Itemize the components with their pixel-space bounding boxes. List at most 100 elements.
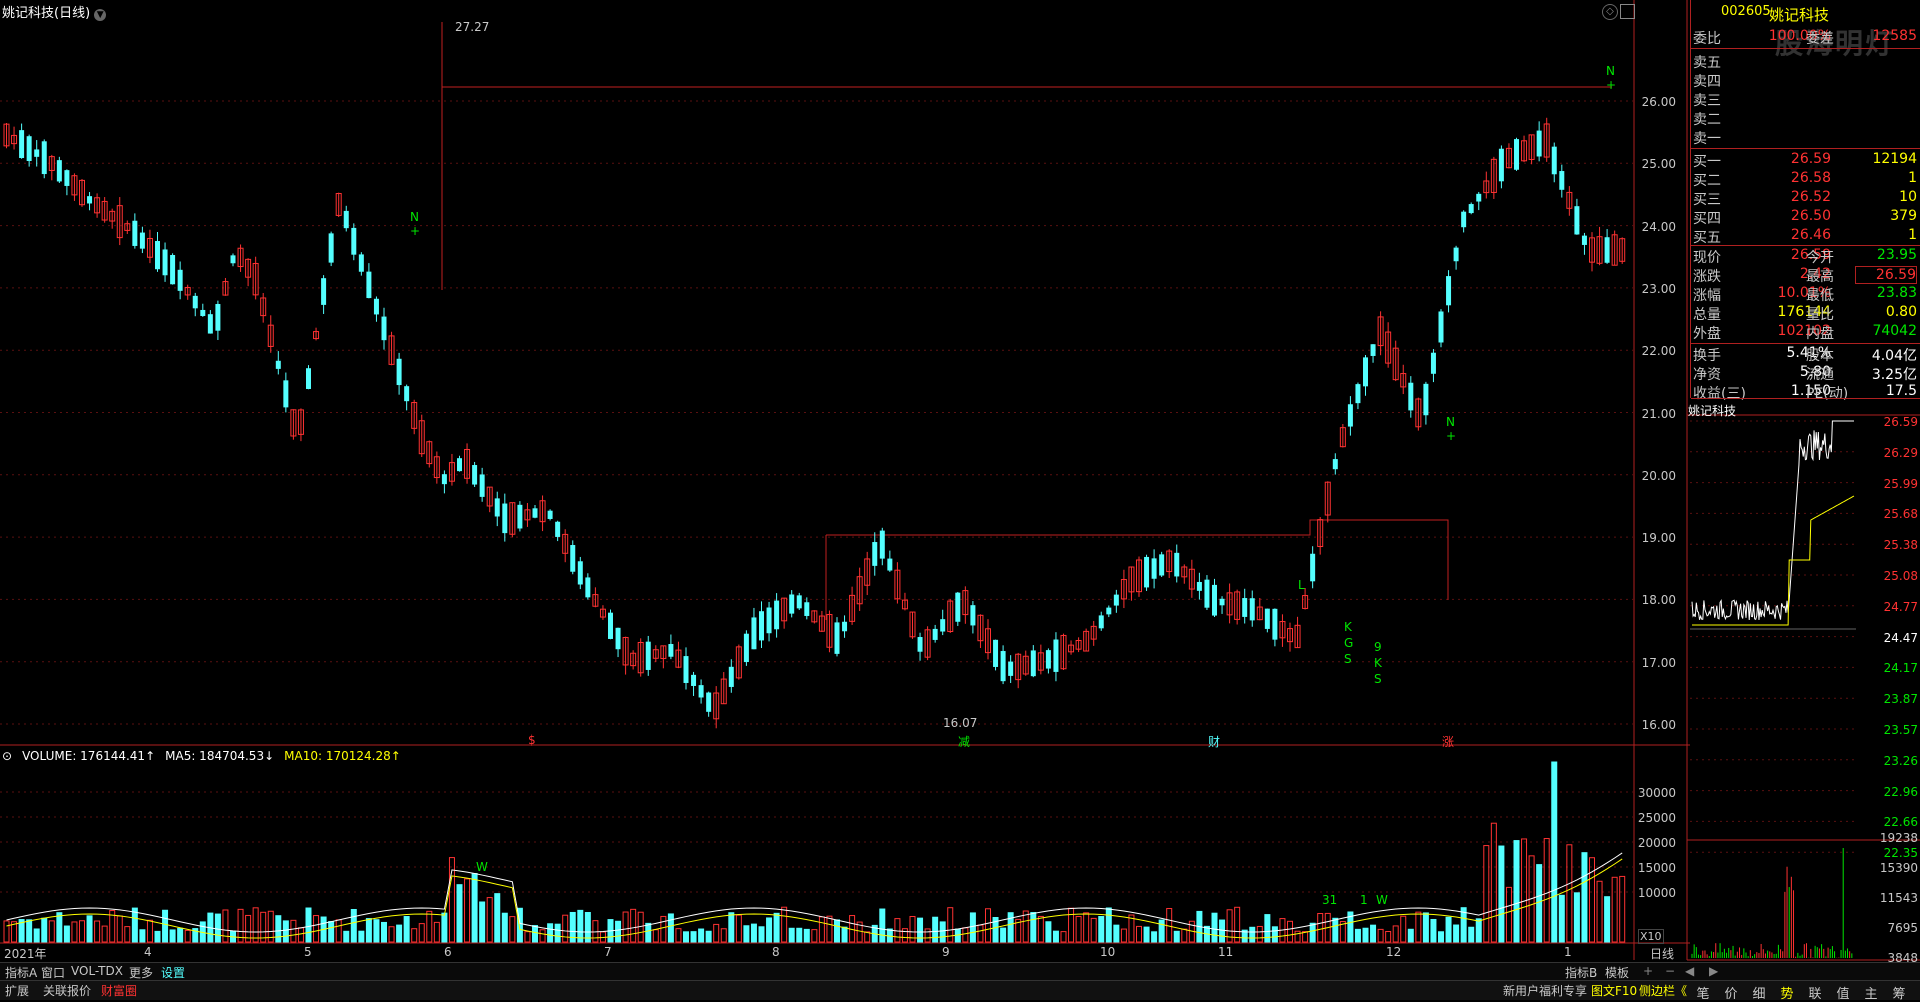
volume-tick-label: 25000 [1637,811,1676,825]
minus-icon[interactable]: − [1662,964,1678,978]
candle-body [207,314,213,334]
tab-more[interactable]: 更多 [126,964,156,981]
volume-bar [350,908,357,943]
volume-bar [1105,907,1112,943]
tab-window[interactable]: 窗口 [38,964,68,981]
volume-bar [1075,916,1082,943]
bottom-toolbar: 指标A 窗口 VOL-TDX 更多 设置 指标B 模板 + − ◀ ▶ [0,962,1920,981]
side-tab[interactable]: 价 [1718,983,1744,1002]
side-tab[interactable]: 势 [1774,983,1800,1002]
volume-bar [720,928,727,943]
candle-body [1098,615,1104,629]
daily-period-label[interactable]: 日线 [1650,945,1674,962]
link-sidebar[interactable]: 侧边栏《 [1636,982,1690,999]
volume-bar [615,920,622,943]
candle-body [1113,594,1119,606]
tab-indicator-b[interactable]: 指标B [1562,964,1600,981]
candle-body [1574,206,1580,235]
volume-bar [1377,928,1384,943]
volume-bar [154,930,161,943]
volume-bar [690,931,697,943]
side-tab[interactable]: 主 [1858,983,1884,1002]
sell-row[interactable]: 卖四 [1691,71,1919,90]
link-f10[interactable]: 图文F10 [1588,982,1640,999]
link-new-user[interactable]: 新用户福利专享 [1500,982,1590,999]
settings-icon[interactable]: ◇ [1602,4,1618,20]
sell-row[interactable]: 卖五 [1691,52,1919,71]
weibi-row: 委比 100.00% 委差 12585 [1691,28,1919,47]
volume-bar [1219,919,1226,943]
stat2-label: 收益(三) [1693,386,1746,402]
volume-bar [645,922,652,943]
tab-indicator-a[interactable]: 指标A [2,964,40,981]
sell-row[interactable]: 卖二 [1691,109,1919,128]
tab-expand[interactable]: 扩展 [2,982,32,999]
event-marker: 涨 [1442,735,1455,749]
buy-label: 买二 [1693,173,1721,189]
price-tick-label: 17.00 [1641,655,1676,670]
tab-settings[interactable]: 设置 [158,964,188,981]
side-tab[interactable]: 笔 [1690,983,1716,1002]
volume-bar [1498,845,1505,943]
volume-bar [1422,912,1429,943]
candle-body [1581,235,1587,245]
candle-body [343,210,349,229]
volume-bar [985,908,991,943]
volume-bar [652,929,659,943]
tab-wealth-circle[interactable]: 财富圈 [98,982,140,999]
intraday-title: 姚记科技 [1688,404,1737,418]
buy-row[interactable]: 买二 26.58 1 [1691,170,1919,189]
candle-body [1453,247,1459,262]
candle-body [155,241,160,270]
side-tab[interactable]: 筹 [1886,983,1912,1002]
side-tab[interactable]: 值 [1830,983,1856,1002]
settings-dot-icon[interactable]: ⊙ [2,749,12,763]
tab-vol-tdx[interactable]: VOL-TDX [68,964,126,978]
volume-bar [1158,919,1165,943]
volume-tick-label: 20000 [1637,836,1676,850]
sell-row[interactable]: 卖三 [1691,90,1919,109]
buy-row[interactable]: 买五 26.46 1 [1691,227,1919,246]
buy-price: 26.59 [1790,151,1831,167]
side-tab[interactable]: 细 [1746,983,1772,1002]
left-arrow-icon[interactable]: ◀ [1682,964,1697,978]
volume-bar [3,920,10,943]
volume-bar [1551,761,1558,943]
side-tab[interactable]: 联 [1802,983,1828,1002]
volume-bar [177,927,184,943]
bottom-toolbar-2: 扩展 关联报价 财富圈 新用户福利专享 图文F10 侧边栏《 笔价细势联值主筹 [0,980,1920,1002]
volume-bar [1234,906,1241,943]
candle-body [1272,608,1278,640]
candle-body [751,617,757,650]
chevron-down-icon[interactable]: ▼ [94,9,107,21]
plus-icon[interactable]: + [1640,964,1656,978]
tab-template[interactable]: 模板 [1602,964,1632,981]
buy-row[interactable]: 买四 26.50 379 [1691,208,1919,227]
buy-row[interactable]: 买一 26.59 12194 [1691,151,1919,170]
volume-bar [162,909,169,943]
candle-body [215,304,221,331]
buy-vol: 1 [1908,227,1917,243]
candle-body [1053,639,1059,672]
volume-bar [1317,913,1324,943]
volume-bar [1052,930,1059,943]
date-tick-label: 8 [772,945,780,959]
volume-bar [290,919,297,943]
maximize-icon[interactable] [1620,4,1635,19]
candle-body [230,255,236,264]
sell-row[interactable]: 卖一 [1691,128,1919,147]
date-tick-label: 2021年 [4,947,47,961]
right-arrow-icon[interactable]: ▶ [1706,964,1721,978]
chart-title[interactable]: 姚记科技(日线) ▼ [2,2,107,21]
volume-bar [1000,927,1007,943]
date-tick-label: 10 [1100,945,1116,959]
tab-related-quotes[interactable]: 关联报价 [40,982,94,999]
volume-bar [758,926,765,943]
zoom-x10-label: X10 [1638,929,1664,944]
event-marker: 财 [1208,735,1221,749]
ma5-value: MA5: 184704.53↓ [165,749,275,763]
candle-body [1476,193,1482,202]
candle-body [283,380,289,408]
buy-row[interactable]: 买三 26.52 10 [1691,189,1919,208]
candle-body [56,160,62,182]
